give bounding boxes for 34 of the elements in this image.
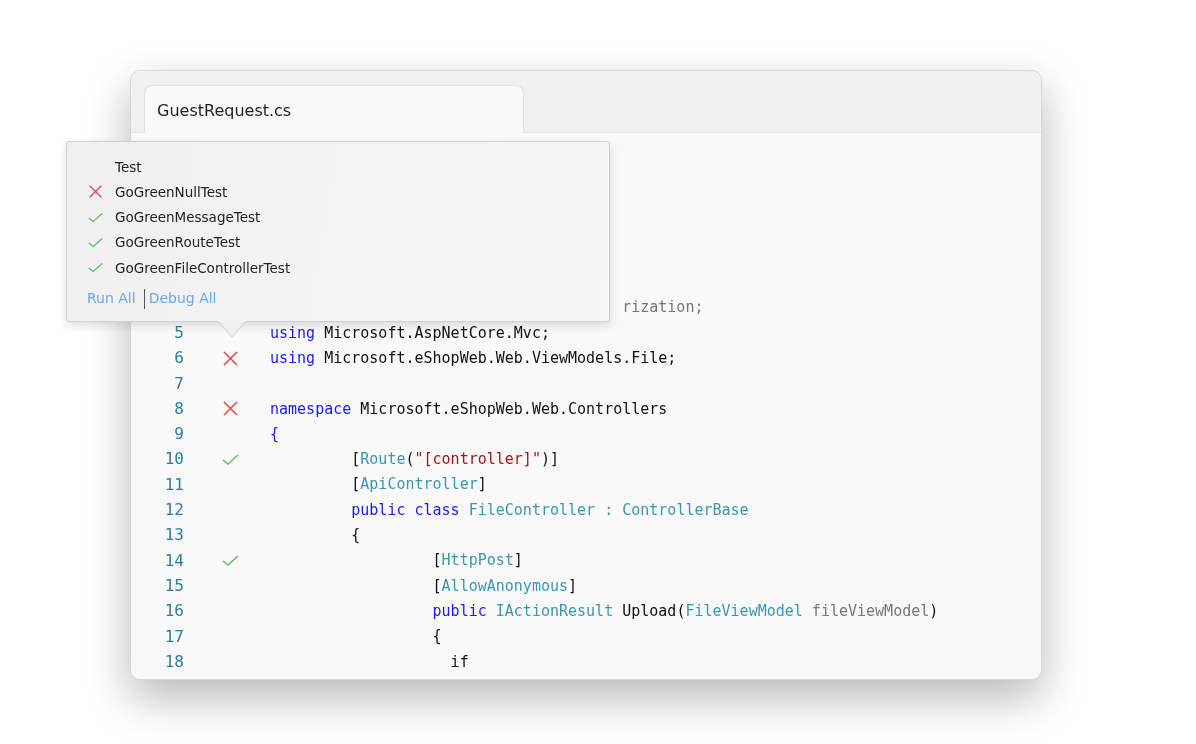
- line-number: 13: [163, 524, 184, 547]
- line-number: 15: [163, 574, 184, 597]
- line-number: 17: [163, 625, 184, 648]
- test-name[interactable]: GoGreenRouteTest: [115, 232, 241, 253]
- code-text: {: [432, 626, 442, 648]
- code-text: [ApiController]: [351, 474, 487, 496]
- line-number: 18: [163, 650, 184, 673]
- code-text: if: [450, 651, 469, 673]
- file-tab[interactable]: GuestRequest.cs: [144, 85, 524, 133]
- code-text: {: [270, 423, 280, 445]
- code-text: using Microsoft.AspNetCore.Mvc;: [270, 322, 550, 344]
- line-number: 11: [163, 473, 184, 496]
- line-number: 16: [163, 600, 184, 623]
- line-number: 8: [173, 397, 184, 420]
- code-text: rization;: [622, 297, 704, 319]
- code-text: public IActionResult Upload(FileViewModel fileViewModel): [432, 600, 939, 622]
- test-name[interactable]: GoGreenNullTest: [115, 181, 228, 203]
- code-text: using Microsoft.eShopWeb.Web.ViewModels.File;: [270, 348, 677, 369]
- popup-header: Test: [115, 157, 142, 177]
- line-number: 7: [173, 372, 184, 395]
- line-number: 14: [163, 549, 184, 572]
- code-text: {: [351, 525, 361, 547]
- code-text: [HttpPost]: [432, 550, 523, 572]
- line-number: 12: [163, 499, 184, 521]
- code-text: [Route("[controller]")]: [351, 449, 559, 471]
- line-number: 9: [173, 423, 184, 446]
- line-number: 10: [163, 448, 184, 471]
- line-number: 5: [173, 321, 184, 344]
- test-name[interactable]: GoGreenMessageTest: [115, 207, 261, 228]
- code-text: [AllowAnonymous]: [432, 575, 578, 597]
- line-number: 6: [173, 347, 184, 370]
- code-text: namespace Microsoft.eShopWeb.Web.Controllers: [270, 398, 668, 420]
- code-text: public class FileController : ControllerBase: [351, 499, 749, 521]
- test-name[interactable]: GoGreenFileControllerTest: [115, 257, 291, 278]
